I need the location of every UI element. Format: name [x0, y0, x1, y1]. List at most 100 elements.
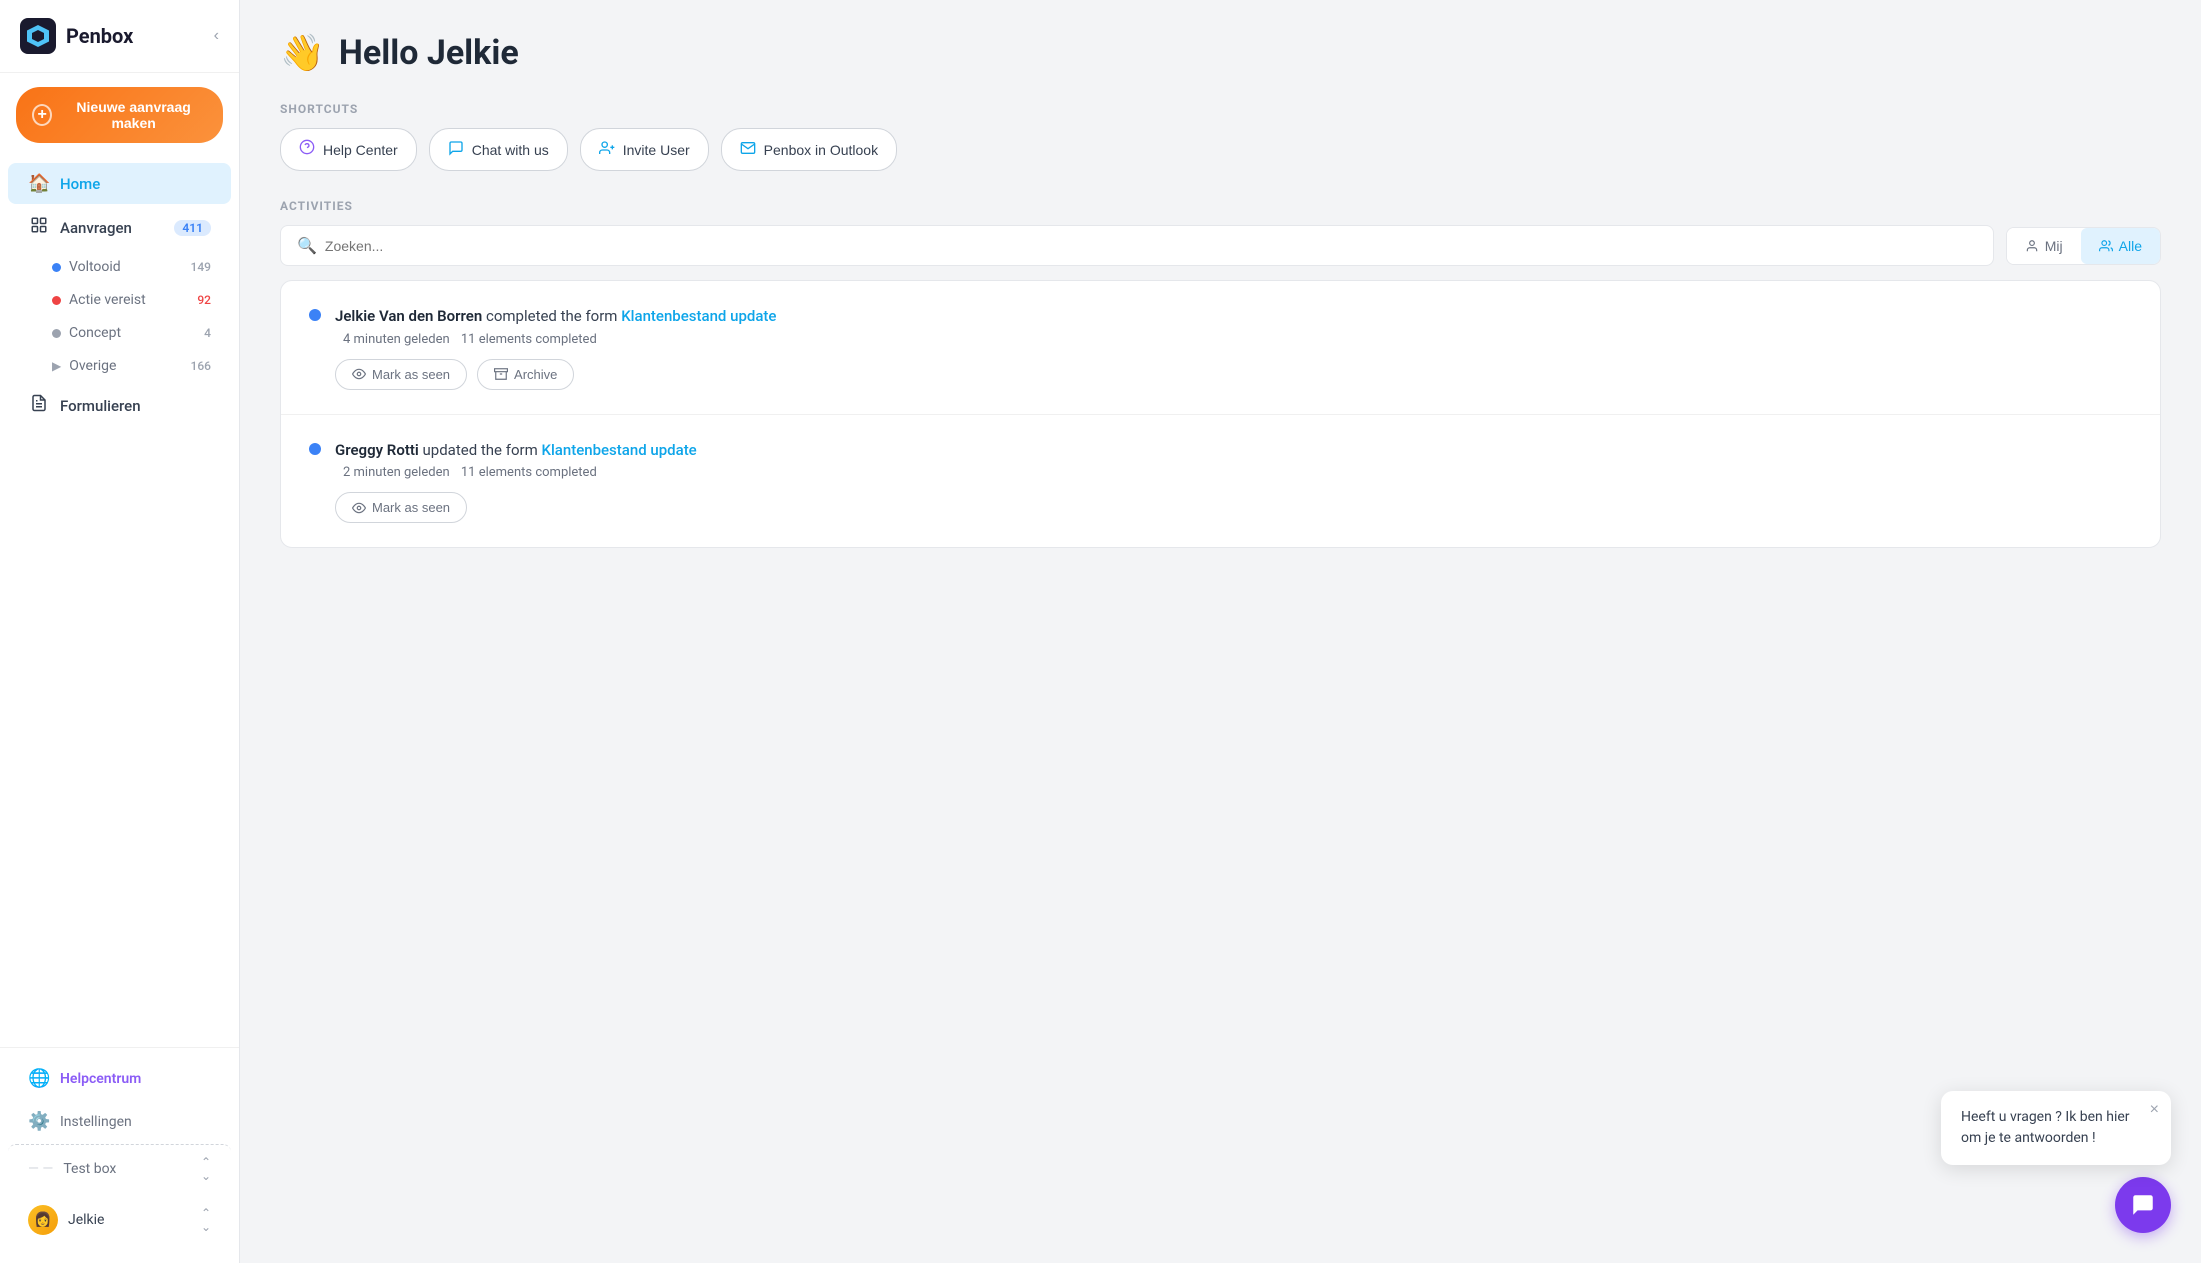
sidebar-item-overige[interactable]: ▶ Overige 166 — [8, 350, 231, 382]
new-request-label: Nieuwe aanvraag maken — [60, 99, 207, 131]
aanvragen-badge: 411 — [174, 220, 211, 236]
filter-alle-button[interactable]: Alle — [2081, 228, 2160, 264]
activity-meta-1: 4 minuten geleden 11 elements completed — [335, 332, 2132, 347]
activity-elements-1: 11 elements completed — [461, 332, 597, 347]
activity-action-1: completed the form — [486, 307, 621, 325]
test-box-expand-icon: ⌃⌄ — [201, 1155, 211, 1183]
app-name: Penbox — [66, 24, 133, 48]
help-center-button[interactable]: Help Center — [280, 128, 417, 171]
voltooid-label: Voltooid — [69, 259, 121, 275]
sidebar-item-home-label: Home — [60, 175, 100, 193]
activity-elements-2: 11 elements completed — [461, 465, 597, 480]
activity-action-2: updated the form — [423, 441, 542, 459]
chat-tooltip-close-button[interactable]: × — [2150, 1101, 2159, 1119]
sidebar-item-instellingen[interactable]: ⚙️ Instellingen — [8, 1101, 231, 1142]
instellingen-label: Instellingen — [60, 1114, 132, 1130]
mark-as-seen-button-2[interactable]: Mark as seen — [335, 492, 467, 523]
instellingen-icon: ⚙️ — [28, 1111, 50, 1132]
user-name: Jelkie — [68, 1212, 104, 1228]
sidebar-logo: Penbox — [20, 18, 133, 54]
formulieren-icon — [28, 394, 50, 417]
mark-as-seen-button-1[interactable]: Mark as seen — [335, 359, 467, 390]
chat-with-us-label: Chat with us — [472, 142, 549, 158]
test-box-label: Test box — [63, 1161, 116, 1177]
activities-header: 🔍 Mij Alle — [280, 225, 2161, 266]
shortcuts-label: SHORTCUTS — [280, 102, 2161, 116]
activity-dot-2 — [309, 443, 321, 455]
actie-dot — [52, 296, 61, 305]
person-icon — [2025, 239, 2039, 253]
overige-arrow: ▶ — [52, 359, 61, 373]
actie-label: Actie vereist — [69, 292, 146, 308]
concept-badge: 4 — [204, 326, 211, 340]
eye-icon-1 — [352, 367, 366, 381]
help-center-label: Help Center — [323, 142, 398, 158]
sidebar-item-helpcentrum[interactable]: 🌐 Helpcentrum — [8, 1058, 231, 1099]
activities-label: ACTIVITIES — [280, 199, 2161, 213]
user-avatar: 👩 — [28, 1205, 58, 1235]
sidebar-item-aanvragen[interactable]: Aanvragen 411 — [8, 206, 231, 249]
chat-tooltip-text: Heeft u vragen ? Ik ben hier om je te an… — [1961, 1109, 2130, 1146]
penbox-outlook-button[interactable]: Penbox in Outlook — [721, 128, 897, 171]
chat-with-us-button[interactable]: Chat with us — [429, 128, 568, 171]
invite-icon — [599, 140, 615, 159]
plus-circle-icon: + — [32, 104, 52, 126]
archive-icon-1 — [494, 367, 508, 381]
activity-actions-1: Mark as seen Archive — [335, 359, 2132, 390]
activity-meta-2: 2 minuten geleden 11 elements completed — [335, 465, 2132, 480]
search-input[interactable] — [325, 238, 1977, 254]
chat-tooltip: × Heeft u vragen ? Ik ben hier om je te … — [1941, 1091, 2171, 1165]
actie-badge: 92 — [197, 293, 211, 307]
overige-badge: 166 — [191, 359, 211, 373]
eye-icon-2 — [352, 501, 366, 515]
filter-mij-label: Mij — [2045, 238, 2063, 254]
activity-actions-2: Mark as seen — [335, 492, 2132, 523]
collapse-sidebar-button[interactable]: ‹ — [214, 27, 219, 45]
helpcentrum-label: Helpcentrum — [60, 1071, 141, 1087]
page-title: Hello Jelkie — [339, 33, 519, 73]
user-expand-icon: ⌃⌄ — [201, 1206, 211, 1234]
new-request-button[interactable]: + Nieuwe aanvraag maken — [16, 87, 223, 143]
sidebar-item-aanvragen-label: Aanvragen — [60, 219, 132, 237]
activity-user-2: Greggy Rotti — [335, 441, 419, 459]
mark-as-seen-label-2: Mark as seen — [372, 500, 450, 515]
sidebar-header: Penbox ‹ — [0, 0, 239, 73]
sidebar-item-test-box[interactable]: — — Test box ⌃⌄ — [8, 1144, 231, 1193]
wave-emoji: 👋 — [280, 32, 325, 74]
sidebar: Penbox ‹ + Nieuwe aanvraag maken 🏠 Home … — [0, 0, 240, 1263]
page-header: 👋 Hello Jelkie — [280, 32, 2161, 74]
activity-form-link-2[interactable]: Klantenbestand update — [541, 441, 696, 459]
sidebar-item-formulieren[interactable]: Formulieren — [8, 384, 231, 427]
chat-widget: × Heeft u vragen ? Ik ben hier om je te … — [1941, 1091, 2171, 1233]
sidebar-item-actie-vereist[interactable]: Actie vereist 92 — [8, 284, 231, 316]
test-box-dashes: — — — [28, 1161, 53, 1177]
chat-bubble-button[interactable] — [2115, 1177, 2171, 1233]
invite-user-button[interactable]: Invite User — [580, 128, 709, 171]
sidebar-item-home[interactable]: 🏠 Home — [8, 163, 231, 204]
activity-item: Jelkie Van den Borren completed the form… — [281, 281, 2160, 415]
sidebar-item-voltooid[interactable]: Voltooid 149 — [8, 251, 231, 283]
invite-user-label: Invite User — [623, 142, 690, 158]
user-avatar-img: 👩 — [28, 1205, 58, 1235]
activity-user-1: Jelkie Van den Borren — [335, 307, 482, 325]
home-icon: 🏠 — [28, 173, 50, 194]
filter-mij-button[interactable]: Mij — [2007, 228, 2081, 264]
logo-icon — [20, 18, 56, 54]
archive-button-1[interactable]: Archive — [477, 359, 574, 390]
sidebar-item-user[interactable]: 👩 Jelkie ⌃⌄ — [8, 1195, 231, 1245]
archive-label-1: Archive — [514, 367, 557, 382]
shortcuts-row: Help Center Chat with us Invite User — [280, 128, 2161, 171]
activities-list: Jelkie Van den Borren completed the form… — [280, 280, 2161, 548]
penbox-outlook-label: Penbox in Outlook — [764, 142, 878, 158]
main-nav: 🏠 Home Aanvragen 411 Voltooid 149 Actie … — [0, 157, 239, 433]
activity-form-link-1[interactable]: Klantenbestand update — [621, 307, 776, 325]
activity-dot-1 — [309, 309, 321, 321]
helpcentrum-icon: 🌐 — [28, 1068, 50, 1089]
chat-bubble-icon — [2130, 1192, 2156, 1218]
main-content: 👋 Hello Jelkie SHORTCUTS Help Center Cha… — [240, 0, 2201, 1263]
activity-time-1: 4 minuten geleden — [343, 332, 450, 347]
activity-content-2: Greggy Rotti updated the form Klantenbes… — [335, 439, 2132, 524]
concept-dot — [52, 329, 61, 338]
sidebar-item-concept[interactable]: Concept 4 — [8, 317, 231, 349]
search-icon: 🔍 — [297, 236, 317, 255]
